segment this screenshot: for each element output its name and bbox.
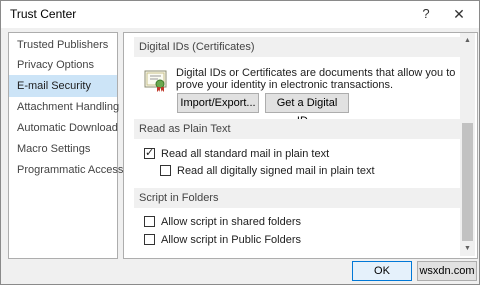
certificate-icon [144,70,167,92]
section-header-digital-ids: Digital IDs (Certificates) [134,37,464,57]
sidebar-item-automatic-download[interactable]: Automatic Download [9,117,118,139]
sidebar-item-privacy-options[interactable]: Privacy Options [9,54,117,76]
category-list: Trusted Publishers Privacy Options E-mai… [8,32,123,259]
read-signed-label: Read all digitally signed mail in plain … [177,165,375,177]
get-digital-id-button[interactable]: Get a Digital ID... [265,93,349,127]
section-header-plain-text: Read as Plain Text [134,119,464,139]
sidebar-item-programmatic-access[interactable]: Programmatic Access [9,159,123,181]
read-standard-checkbox[interactable]: ✓ [144,147,155,159]
sidebar-item-attachment-handling[interactable]: Attachment Handling [9,96,119,118]
sidebar-item-macro-settings[interactable]: Macro Settings [9,138,117,160]
scroll-down-arrow-icon[interactable]: ▼ [460,241,475,256]
allow-script-public-checkbox[interactable] [144,234,155,245]
dialog-title: Trust Center [10,7,77,21]
vertical-scrollbar[interactable]: ▲ ▼ [460,33,475,256]
scroll-thumb[interactable] [462,123,473,241]
allow-script-shared-checkbox[interactable] [144,216,155,227]
close-button[interactable]: ✕ [448,3,470,25]
title-bar: Trust Center ? ✕ [1,1,479,28]
settings-panel: Digital IDs (Certificates) Digital IDs o… [123,32,478,259]
sidebar-item-trusted-publishers[interactable]: Trusted Publishers [9,34,117,56]
ok-button[interactable]: OK [352,261,412,281]
import-export-button[interactable]: Import/Export... [177,93,259,113]
allow-script-shared-label: Allow script in shared folders [161,216,302,228]
allow-script-public-label: Allow script in Public Folders [161,234,301,246]
section-header-script-folders: Script in Folders [134,188,464,208]
read-signed-checkbox[interactable] [160,165,171,176]
checkmark-icon: ✓ [145,147,155,159]
trust-center-dialog: Trust Center ? ✕ Trusted Publishers Priv… [0,0,480,285]
read-standard-label: Read all standard mail in plain text [161,148,330,160]
sidebar-item-email-security[interactable]: E-mail Security [9,75,117,97]
cancel-button[interactable]: wsxdn.com [417,261,477,281]
digital-ids-description: Digital IDs or Certificates are document… [176,67,456,91]
help-button[interactable]: ? [415,3,437,25]
scroll-up-arrow-icon[interactable]: ▲ [460,33,475,48]
